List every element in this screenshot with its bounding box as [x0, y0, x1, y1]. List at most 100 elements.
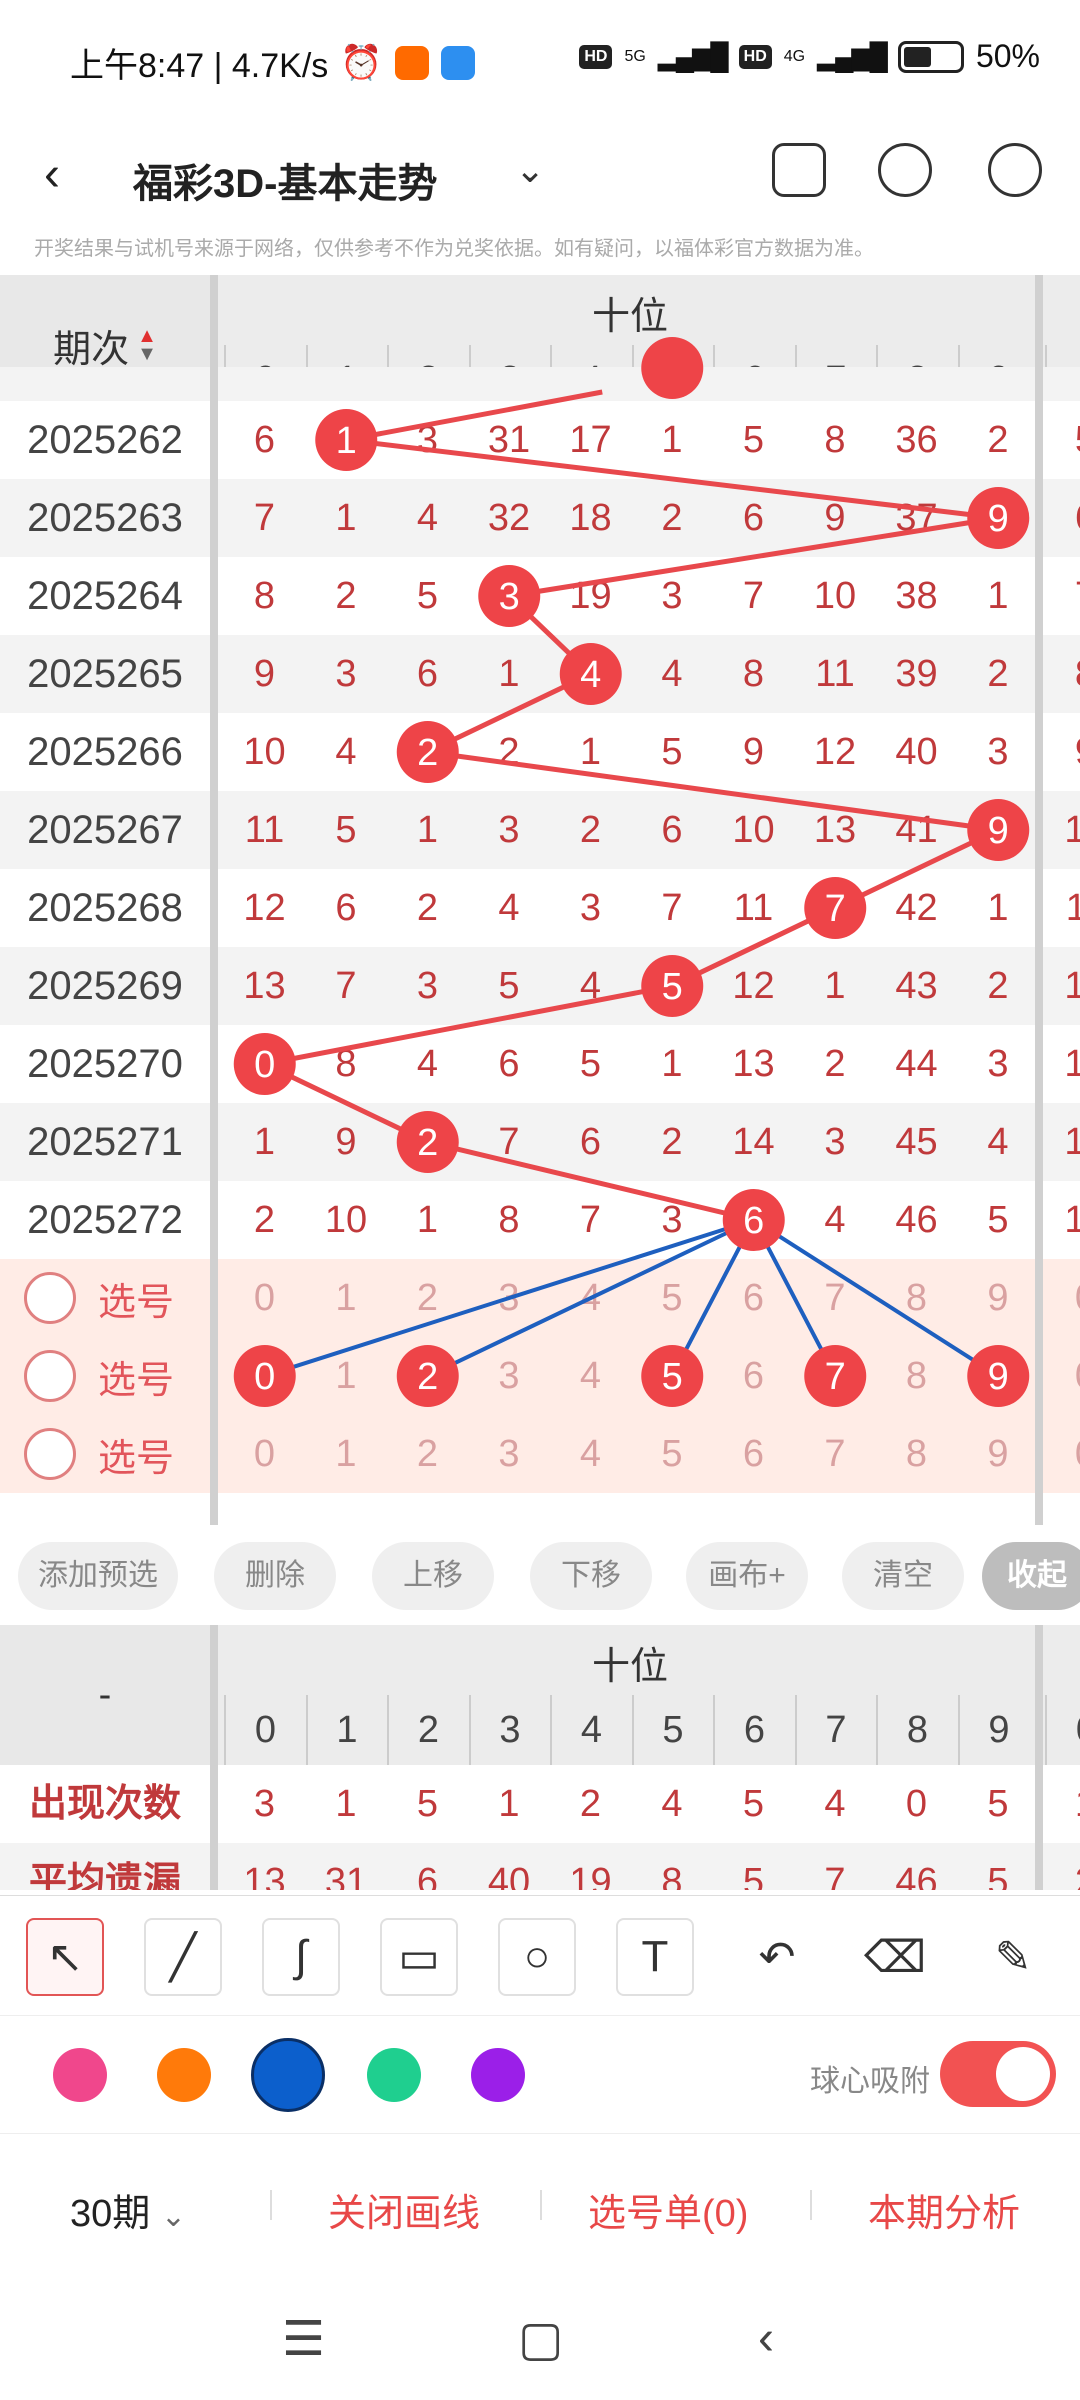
stats-right-separator — [1035, 1625, 1043, 1890]
menu-icon[interactable]: ☰ — [282, 2311, 325, 2367]
home-icon[interactable]: ▢ — [518, 2311, 563, 2367]
trend-chart[interactable]: 期次 ▲▼ 十位 01234567890 2025262613311715836… — [0, 275, 1080, 1525]
trend-lines-overlay: 1 9 3 4 2 9 7 5 0 2 6 0 2 5 7 9 — [233, 337, 1030, 1407]
settings-icon[interactable] — [988, 143, 1042, 197]
color-swatch-3[interactable] — [367, 2048, 421, 2102]
line-icon[interactable]: ╱ — [144, 1918, 222, 1996]
drawing-toolbar: ↖ ╱ ∫ ▭ ○ T ↶ ⌫ ✎ — [0, 1895, 1080, 2015]
action-button-3[interactable]: 下移 — [530, 1542, 652, 1610]
svg-text:1: 1 — [336, 420, 357, 462]
hit-ball[interactable]: 9 — [967, 799, 1030, 861]
hit-ball[interactable]: 1 — [315, 409, 378, 471]
status-time-speed: 上午8:47 | 4.7K/s — [70, 47, 329, 85]
stats-next-column-partial: 1 — [1045, 1765, 1080, 1843]
svg-text:9: 9 — [988, 810, 1009, 852]
stats-column-header: - 十位 01234567890 — [0, 1625, 1080, 1765]
snap-to-center-toggle[interactable] — [940, 2041, 1056, 2107]
digit-header-8: 8 — [876, 1695, 957, 1765]
close-lines-button[interactable]: 关闭画线 — [328, 2182, 480, 2237]
digit-header-9: 9 — [957, 1695, 1039, 1765]
action-button-6[interactable]: 收起 — [982, 1542, 1080, 1610]
hit-ball[interactable]: 4 — [559, 643, 622, 705]
page-title[interactable]: 福彩3D-基本走势 — [133, 151, 437, 209]
bottom-bar: 30期 ⌄ 关闭画线 选号单(0) 本期分析 — [0, 2133, 1080, 2273]
hit-ball[interactable]: 0 — [233, 1033, 296, 1095]
next-digit-header-partial: 0 — [1045, 1695, 1080, 1765]
signal-icon-2: ▂▄▆█ — [817, 41, 888, 71]
picked-ball[interactable]: 0 — [233, 1345, 296, 1407]
hit-ball[interactable]: 3 — [478, 565, 541, 627]
stats-left-separator — [210, 1625, 218, 1890]
hit-ball[interactable]: 5 — [641, 955, 704, 1017]
stats-cell: 1 — [498, 1783, 520, 1825]
digit-header-0: 0 — [224, 1695, 305, 1765]
title-dropdown-chevron-icon[interactable]: ⌄ — [515, 149, 545, 191]
digit-header-1: 1 — [305, 1695, 387, 1765]
undo-icon[interactable]: ↶ — [738, 1918, 816, 1996]
hit-ball[interactable]: 2 — [396, 721, 459, 783]
period-count-label: 30期 — [70, 2193, 151, 2235]
picked-ball[interactable]: 9 — [967, 1345, 1030, 1407]
color-swatch-0[interactable] — [53, 2048, 107, 2102]
snap-to-center-label: 球心吸附 — [810, 2065, 930, 2098]
digit-header-4: 4 — [550, 1695, 631, 1765]
back-icon[interactable]: ‹ — [758, 2311, 774, 2366]
select-arrow-icon[interactable]: ↖ — [26, 1918, 104, 1996]
hit-ball-partial[interactable] — [641, 337, 704, 399]
svg-text:9: 9 — [988, 1356, 1009, 1398]
action-bar: 添加预选 删除 上移 下移 画布+ 清空 收起 — [0, 1530, 1080, 1625]
clear-brush-icon[interactable]: ✎ — [974, 1918, 1052, 1996]
svg-text:3: 3 — [499, 576, 520, 618]
chat-app-icon — [440, 45, 475, 80]
color-swatch-2[interactable] — [251, 2038, 325, 2112]
stats-cell: 2 — [579, 1783, 602, 1825]
status-left: 上午8:47 | 4.7K/s ⏰ — [70, 38, 475, 87]
hit-ball[interactable]: 6 — [722, 1189, 785, 1251]
stats-left-header: - — [0, 1625, 210, 1765]
pick-list-button[interactable]: 选号单(0) — [588, 2182, 748, 2237]
disclaimer-notice: 开奖结果与试机号来源于网络，仅供参考不作为兑奖依据。如有疑问，以福体彩官方数据为… — [34, 238, 874, 260]
stats-table: - 十位 01234567890 出现次数31512454051平均遗漏1331… — [0, 1625, 1080, 1890]
stats-cell: 1 — [335, 1783, 357, 1825]
stats-cell: 5 — [987, 1861, 1009, 1890]
stats-cell: 5 — [987, 1783, 1009, 1825]
stats-cell: 13 — [243, 1861, 286, 1890]
picked-ball[interactable]: 5 — [641, 1345, 704, 1407]
stats-cell: 31 — [324, 1861, 368, 1890]
network-type-1: 5G — [624, 47, 646, 65]
prediction-arrow — [426, 1218, 755, 1378]
picked-ball[interactable]: 7 — [804, 1345, 867, 1407]
circle-icon[interactable]: ○ — [498, 1918, 576, 1996]
hit-ball[interactable]: 9 — [967, 487, 1030, 549]
battery-percent: 50% — [975, 38, 1040, 74]
digit-header-5: 5 — [631, 1695, 713, 1765]
hit-ball[interactable]: 2 — [396, 1111, 459, 1173]
stats-cell: 5 — [742, 1861, 765, 1890]
period-count-select[interactable]: 30期 ⌄ — [70, 2182, 186, 2237]
hd-badge-1: HD — [579, 44, 613, 69]
eraser-icon[interactable]: ⌫ — [856, 1918, 934, 1996]
stats-row-label: 出现次数 — [28, 1783, 181, 1825]
share-icon[interactable] — [878, 143, 932, 197]
svg-text:7: 7 — [825, 888, 846, 930]
freehand-icon[interactable]: ∫ — [262, 1918, 340, 1996]
action-button-4[interactable]: 画布+ — [686, 1542, 808, 1610]
prediction-arrow — [752, 1218, 1000, 1377]
action-button-5[interactable]: 清空 — [842, 1542, 964, 1610]
action-button-0[interactable]: 添加预选 — [18, 1542, 178, 1610]
picked-ball[interactable]: 2 — [396, 1345, 459, 1407]
hit-ball[interactable]: 7 — [804, 877, 867, 939]
rectangle-icon[interactable]: ▭ — [380, 1918, 458, 1996]
phone-layout-icon[interactable] — [772, 143, 826, 197]
stats-cell: 46 — [895, 1861, 938, 1890]
svg-text:2: 2 — [417, 1122, 438, 1164]
color-swatch-4[interactable] — [471, 2048, 525, 2102]
svg-text:4: 4 — [580, 654, 601, 696]
action-button-2[interactable]: 上移 — [372, 1542, 494, 1610]
action-button-1[interactable]: 删除 — [214, 1542, 336, 1610]
digit-header-2: 2 — [387, 1695, 468, 1765]
back-chevron-icon[interactable]: ‹ — [44, 147, 60, 202]
period-analysis-button[interactable]: 本期分析 — [868, 2182, 1020, 2237]
text-icon[interactable]: T — [616, 1918, 694, 1996]
color-swatch-1[interactable] — [157, 2048, 211, 2102]
